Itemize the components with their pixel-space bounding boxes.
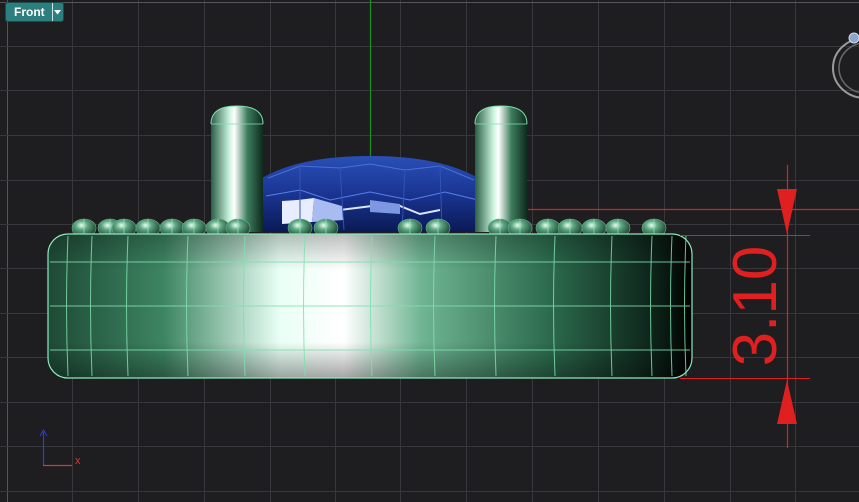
viewport-title-tab[interactable]: Front xyxy=(6,3,63,21)
ring-preview-thumbnail xyxy=(832,32,859,99)
dimension-arrow-top xyxy=(777,189,797,234)
chevron-down-icon[interactable] xyxy=(51,3,63,21)
dimension-value: 3.10 xyxy=(721,246,790,367)
viewport-name: Front xyxy=(14,5,45,19)
ring-band xyxy=(47,233,693,379)
axis-label-x: x xyxy=(75,455,81,467)
prong-left xyxy=(210,105,264,232)
viewport-scene[interactable]: 3.10 xyxy=(0,0,859,502)
front-viewport[interactable]: 3.10 Front x xyxy=(0,0,859,502)
axis-widget xyxy=(39,429,72,467)
prong-right xyxy=(474,105,528,232)
